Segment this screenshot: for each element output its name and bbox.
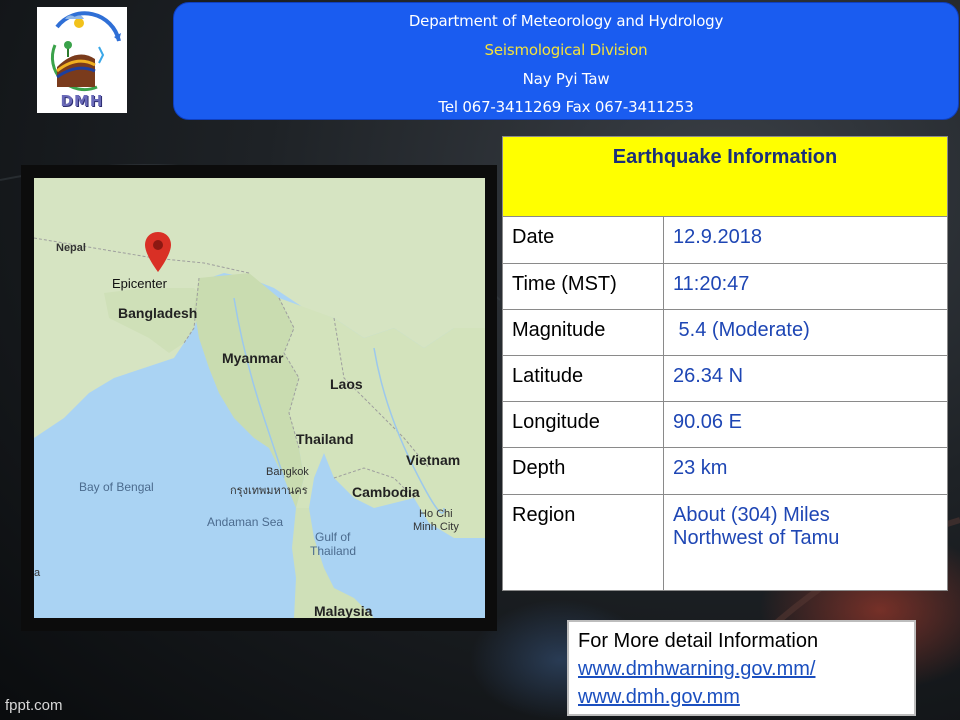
epicenter-map[interactable]: Epicenter Nepal Bangladesh Myanmar Laos … bbox=[34, 178, 485, 618]
table-row: Depth 23 km bbox=[502, 447, 948, 495]
label-bay-of-bengal: Bay of Bengal bbox=[79, 480, 154, 494]
label-bangladesh: Bangladesh bbox=[118, 305, 198, 321]
more-info-box: For More detail Information www.dmhwarni… bbox=[567, 620, 916, 716]
row-label-date: Date bbox=[502, 216, 664, 264]
row-label-magnitude: Magnitude bbox=[502, 308, 664, 356]
label-thailand: Thailand bbox=[296, 431, 354, 447]
earthquake-info-table: Earthquake Information Date 12.9.2018 Ti… bbox=[502, 135, 948, 592]
row-value-date: 12.9.2018 bbox=[663, 216, 948, 264]
label-bangkok: Bangkok bbox=[266, 466, 309, 478]
label-edge-fragment: a bbox=[34, 567, 41, 579]
row-label-time: Time (MST) bbox=[502, 262, 664, 310]
row-value-time: 11:20:47 bbox=[663, 262, 948, 310]
dmh-logo: DMH bbox=[37, 7, 127, 113]
label-bangkok-thai: กรุงเทพมหานคร bbox=[230, 485, 308, 497]
map-pin-icon[interactable] bbox=[143, 230, 173, 274]
label-hcm-line2: Minh City bbox=[413, 521, 459, 533]
label-malaysia: Malaysia bbox=[314, 603, 373, 618]
department-name: Department of Meteorology and Hydrology bbox=[408, 12, 724, 30]
footer-credit: fppt.com bbox=[5, 697, 63, 714]
header-banner: Department of Meteorology and Hydrology … bbox=[173, 2, 959, 120]
more-info-heading: For More detail Information bbox=[578, 630, 819, 652]
label-gulf-line1: Gulf of bbox=[315, 530, 351, 544]
map-graphic bbox=[34, 178, 485, 618]
row-value-magnitude: 5.4 (Moderate) bbox=[663, 308, 948, 356]
dmhwarning-link[interactable]: www.dmhwarning.gov.mm/ bbox=[578, 655, 914, 683]
logo-text: DMH bbox=[60, 92, 104, 110]
table-row: Longitude 90.06 E bbox=[502, 401, 948, 449]
location-name: Nay Pyi Taw bbox=[522, 70, 610, 88]
division-name: Seismological Division bbox=[484, 41, 648, 59]
label-myanmar: Myanmar bbox=[222, 350, 284, 366]
table-row: Magnitude 5.4 (Moderate) bbox=[502, 308, 948, 356]
table-row: Region About (304) Miles Northwest of Ta… bbox=[502, 493, 948, 592]
epicenter-label: Epicenter bbox=[112, 276, 167, 291]
region-line2: Northwest of Tamu bbox=[673, 526, 840, 549]
region-line1: About (304) Miles bbox=[673, 503, 830, 526]
row-label-region: Region bbox=[502, 493, 664, 592]
row-value-longitude: 90.06 E bbox=[663, 401, 948, 449]
row-value-region: About (304) Miles Northwest of Tamu bbox=[663, 493, 948, 592]
row-label-longitude: Longitude bbox=[502, 401, 664, 449]
row-value-depth: 23 km bbox=[663, 447, 948, 495]
table-row: Latitude 26.34 N bbox=[502, 354, 948, 403]
row-value-latitude: 26.34 N bbox=[663, 354, 948, 403]
label-hcm-line1: Ho Chi bbox=[419, 508, 453, 520]
dmh-link[interactable]: www.dmh.gov.mm bbox=[578, 683, 914, 711]
contact-info: Tel 067-3411269 Fax 067-3411253 bbox=[438, 98, 694, 116]
table-row: Date 12.9.2018 bbox=[502, 216, 948, 264]
table-title: Earthquake Information bbox=[502, 135, 948, 218]
table-row: Time (MST) 11:20:47 bbox=[502, 262, 948, 310]
label-gulf-line2: Thailand bbox=[310, 544, 357, 558]
label-vietnam: Vietnam bbox=[406, 452, 461, 468]
label-nepal: Nepal bbox=[56, 242, 86, 254]
label-cambodia: Cambodia bbox=[352, 484, 420, 500]
label-laos: Laos bbox=[330, 376, 363, 392]
row-label-depth: Depth bbox=[502, 447, 664, 495]
row-label-latitude: Latitude bbox=[502, 354, 664, 403]
label-andaman-sea: Andaman Sea bbox=[207, 515, 284, 529]
table-title-row: Earthquake Information bbox=[502, 135, 948, 218]
